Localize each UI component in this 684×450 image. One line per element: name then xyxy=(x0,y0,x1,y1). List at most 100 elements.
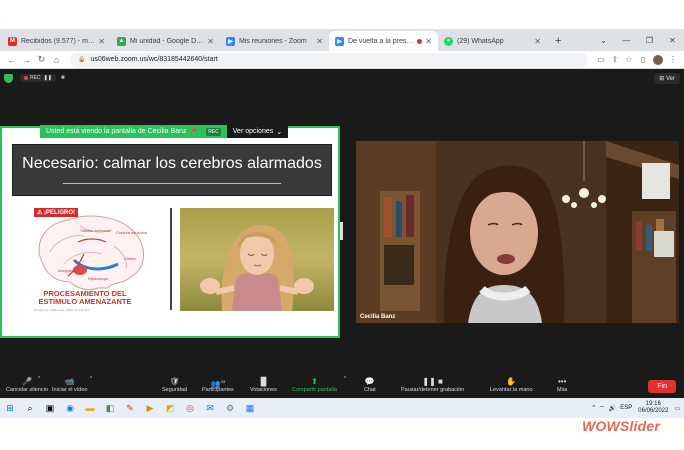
system-tray: ^ ⌔ 🔊 ESP 19:16 06/06/2022 ▭ xyxy=(592,398,680,418)
share-screen-label: Compartir pantalla xyxy=(292,387,337,393)
participants-count: 43 xyxy=(220,379,226,384)
panel-resize-handle[interactable] xyxy=(340,222,343,240)
rec-label: REC xyxy=(30,75,41,81)
address-bar: ← → ↻ ⌂ 🔒 us06web.zoom.us/wc/83185442640… xyxy=(0,51,684,69)
participant-video: Cecilia Banz xyxy=(356,141,679,323)
file-explorer-icon[interactable]: ▬ xyxy=(80,398,100,418)
home-icon[interactable]: ⌂ xyxy=(49,55,64,65)
gmail-icon: M xyxy=(8,36,17,46)
tab-whatsapp[interactable]: ● (29) WhatsApp ✕ xyxy=(438,31,547,51)
meditating-girl-image xyxy=(180,208,334,311)
more-dots-icon: ••• xyxy=(557,377,567,386)
close-icon[interactable]: ✕ xyxy=(316,37,323,46)
search-icon[interactable]: ⌕ xyxy=(20,398,40,418)
record-dot-icon xyxy=(24,76,28,80)
volume-icon[interactable]: 🔊 xyxy=(609,405,616,412)
security-button[interactable]: 🛡 Seguridad xyxy=(162,376,187,393)
windows-start-icon[interactable]: ⊞ xyxy=(0,398,20,418)
zoom-meeting: REC ❚❚ ■ ⊞ Ver Usted está viendo la pant… xyxy=(0,69,684,398)
screen-share-banner: Usted está viendo la pantalla de Cecilia… xyxy=(40,125,289,138)
mail-icon[interactable]: ✉ xyxy=(200,398,220,418)
whatsapp-icon: ● xyxy=(444,36,453,46)
new-tab-button[interactable]: + xyxy=(547,31,569,51)
view-options-label: Ver opciones xyxy=(232,128,274,135)
brain-diagram: ⚠ ¡PELIGRO! Tálamo sensorial Corteza sen… xyxy=(28,206,152,312)
raise-hand-button[interactable]: ✋ Levantar la mano xyxy=(490,376,533,393)
diagram-caption: PROCESAMIENTO DEL ESTÍMULO AMENAZANTE xyxy=(38,289,132,306)
media-icon[interactable]: ▶ xyxy=(140,398,160,418)
warning-badge: ⚠ ¡PELIGRO! xyxy=(34,208,79,217)
calculator-icon[interactable]: ▦ xyxy=(240,398,260,418)
reload-icon[interactable]: ↻ xyxy=(34,54,49,65)
chrome-icon[interactable]: ◎ xyxy=(180,398,200,418)
end-meeting-button[interactable]: Fin xyxy=(648,380,676,393)
minimize-icon[interactable]: — xyxy=(615,36,638,45)
view-button[interactable]: ⊞ Ver xyxy=(654,73,680,84)
tab-label: Recibidos (9.577) - mjvillanue xyxy=(21,37,96,45)
back-icon[interactable]: ← xyxy=(4,55,19,65)
restore-icon[interactable]: ❐ xyxy=(638,36,661,45)
bookmark-star-icon[interactable]: ☆ xyxy=(622,55,636,64)
camera-permission-icon[interactable]: ▭ xyxy=(594,55,608,64)
video-options-chevron-icon[interactable]: ^ xyxy=(90,376,92,382)
chevron-down-icon: ⌄ xyxy=(276,128,283,136)
close-icon[interactable]: ✕ xyxy=(98,37,105,46)
chat-button[interactable]: 💬 Chat xyxy=(364,376,376,393)
tab-label: Mi unidad - Google Drive xyxy=(130,37,205,45)
drive-icon: ▲ xyxy=(117,36,126,46)
store-icon[interactable]: ◧ xyxy=(100,398,120,418)
notifications-icon[interactable]: ▭ xyxy=(674,405,680,412)
close-icon[interactable]: ✕ xyxy=(534,37,541,46)
edge-icon[interactable]: ◉ xyxy=(60,398,80,418)
app-icon[interactable]: ✎ xyxy=(120,398,140,418)
tab-search-icon[interactable]: ⌄ xyxy=(592,36,615,45)
participants-button[interactable]: 👥43 Participantes xyxy=(202,376,234,393)
clock[interactable]: 19:16 06/06/2022 xyxy=(638,401,668,415)
close-icon[interactable]: ✕ xyxy=(425,37,432,46)
view-options-button[interactable]: Ver opciones ⌄ xyxy=(226,125,289,138)
bar-chart-icon: ▐▌ xyxy=(257,377,270,386)
mic-muted-icon: 🎤 xyxy=(21,377,32,386)
more-button[interactable]: ••• Más xyxy=(557,376,567,393)
slide-title: Necesario: calmar los cerebros alarmados xyxy=(22,155,322,172)
mute-button[interactable]: 🎤 Cancelar silencio xyxy=(6,376,48,393)
forward-icon[interactable]: → xyxy=(19,55,34,65)
recording-controls-button[interactable]: ❚❚ ■ Pausar/detener grabación xyxy=(401,376,464,393)
tab-gmail[interactable]: M Recibidos (9.577) - mjvillanue ✕ xyxy=(2,31,111,51)
recording-badge[interactable]: REC ❚❚ xyxy=(20,74,56,82)
share-notice: Usted está viendo la pantalla de Cecilia… xyxy=(40,125,227,138)
meditating-girl-photo xyxy=(180,208,334,311)
security-shield-icon[interactable] xyxy=(4,73,13,83)
start-video-button[interactable]: 📹 Iniciar el vídeo xyxy=(52,376,87,393)
close-window-icon[interactable]: ✕ xyxy=(661,36,684,45)
profile-avatar[interactable] xyxy=(653,54,663,65)
zoom-icon: ▶ xyxy=(335,36,344,46)
share-options-chevron-icon[interactable]: ^ xyxy=(344,376,346,382)
share-icon[interactable]: ⇪ xyxy=(608,55,622,64)
language-indicator[interactable]: ESP xyxy=(620,405,632,411)
stop-icon[interactable]: ■ xyxy=(61,75,65,81)
task-view-icon[interactable]: ▣ xyxy=(40,398,60,418)
tab-label: (29) WhatsApp xyxy=(457,37,504,45)
side-panel-icon[interactable]: ▯ xyxy=(636,55,650,64)
photos-icon[interactable]: ◩ xyxy=(160,398,180,418)
audio-options-chevron-icon[interactable]: ^ xyxy=(38,376,40,382)
network-icon[interactable]: ⌔ xyxy=(599,404,605,412)
menu-kebab-icon[interactable]: ⋮ xyxy=(666,55,680,64)
chat-label: Chat xyxy=(364,387,376,393)
url-field[interactable]: 🔒 us06web.zoom.us/wc/83185442640/start xyxy=(70,52,588,67)
tab-drive[interactable]: ▲ Mi unidad - Google Drive ✕ xyxy=(111,31,220,51)
view-label: Ver xyxy=(665,76,675,82)
polls-button[interactable]: ▐▌ Votaciones xyxy=(250,376,277,393)
share-screen-button[interactable]: ⬆ Compartir pantalla xyxy=(292,376,337,393)
tab-active-meeting[interactable]: ▶ De vuelta a la presenciali ✕ xyxy=(329,31,438,51)
close-icon[interactable]: ✕ xyxy=(207,37,214,46)
tray-chevron-icon[interactable]: ^ xyxy=(592,405,595,411)
participant-name: Cecilia Banz xyxy=(360,314,396,320)
pause-icon: ❚❚ xyxy=(43,75,52,81)
settings-gear-icon[interactable]: ⚙ xyxy=(220,398,240,418)
tab-zoom-meetings[interactable]: ▶ Mis reuniones - Zoom ✕ xyxy=(220,31,329,51)
grid-icon: ⊞ xyxy=(659,76,666,82)
zoom-icon: ▶ xyxy=(226,36,235,46)
meeting-topbar: REC ❚❚ ■ xyxy=(0,69,684,87)
